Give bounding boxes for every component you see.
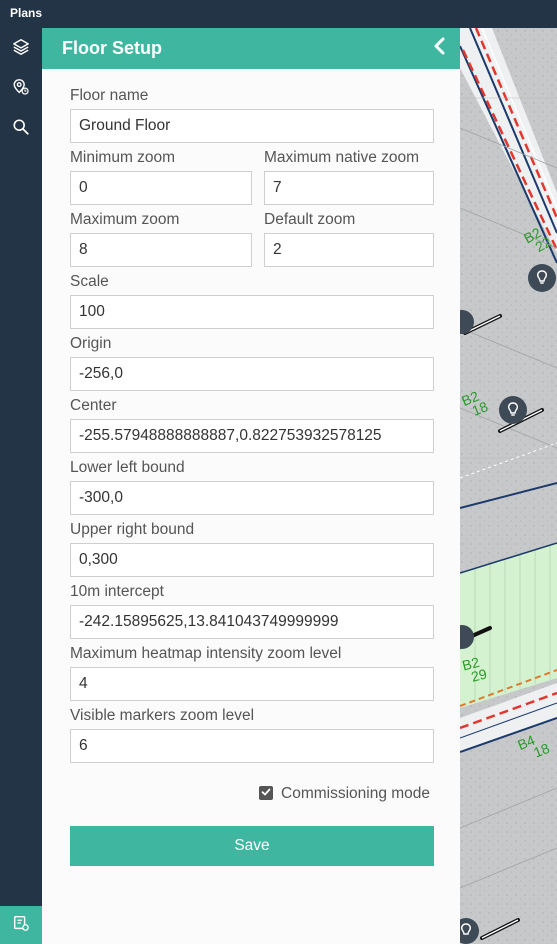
commissioning-mode-checkbox[interactable] [259, 786, 273, 800]
floor-plans-button[interactable] [0, 906, 42, 944]
minimum-zoom-label: Minimum zoom [70, 149, 176, 166]
app-title: Plans [10, 6, 43, 20]
panel-title: Floor Setup [62, 38, 162, 58]
lower-left-bound-input[interactable] [70, 481, 434, 515]
maximum-zoom-label: Maximum zoom [70, 211, 180, 228]
origin-input[interactable] [70, 357, 434, 391]
checkmark-icon [261, 784, 271, 802]
heatmap-zoom-input[interactable] [70, 667, 434, 701]
floor-name-input[interactable] [70, 109, 434, 143]
collapse-panel-button[interactable] [428, 36, 452, 60]
intercept-label: 10m intercept [70, 583, 164, 600]
maximum-native-zoom-input[interactable] [264, 171, 434, 205]
commissioning-mode-label: Commissioning mode [281, 785, 431, 802]
floor-name-label: Floor name [70, 87, 149, 104]
markers-zoom-label: Visible markers zoom level [70, 707, 255, 724]
intercept-input[interactable] [70, 605, 434, 639]
center-label: Center [70, 397, 117, 414]
minimum-zoom-input[interactable] [70, 171, 252, 205]
panel-header: Floor Setup [42, 28, 460, 69]
side-rail [0, 28, 42, 944]
upper-right-bound-label: Upper right bound [70, 521, 195, 538]
center-input[interactable] [70, 419, 434, 453]
layers-button[interactable] [0, 30, 42, 68]
scale-input[interactable] [70, 295, 434, 329]
maximum-native-zoom-label: Maximum native zoom [264, 149, 420, 166]
default-zoom-label: Default zoom [264, 211, 356, 228]
chevron-left-icon [432, 37, 448, 60]
floor-plans-icon [12, 914, 30, 937]
map-pin-icon [12, 78, 30, 101]
save-button[interactable]: Save [70, 826, 434, 866]
floor-setup-panel: Floor Setup Floor name Minimum zoom Maxi… [42, 28, 460, 944]
origin-label: Origin [70, 335, 112, 352]
markers-button[interactable] [0, 70, 42, 108]
scale-label: Scale [70, 273, 109, 290]
heatmap-zoom-label: Maximum heatmap intensity zoom level [70, 645, 342, 662]
upper-right-bound-input[interactable] [70, 543, 434, 577]
app-titlebar: Plans [0, 0, 557, 28]
floor-map[interactable]: B2 22 B2 18 B2 29 B4 18 [460, 28, 557, 944]
maximum-zoom-input[interactable] [70, 233, 252, 267]
lower-left-bound-label: Lower left bound [70, 459, 185, 476]
default-zoom-input[interactable] [264, 233, 434, 267]
markers-zoom-input[interactable] [70, 729, 434, 763]
layers-icon [12, 38, 30, 61]
search-icon [12, 118, 30, 141]
search-button[interactable] [0, 110, 42, 148]
